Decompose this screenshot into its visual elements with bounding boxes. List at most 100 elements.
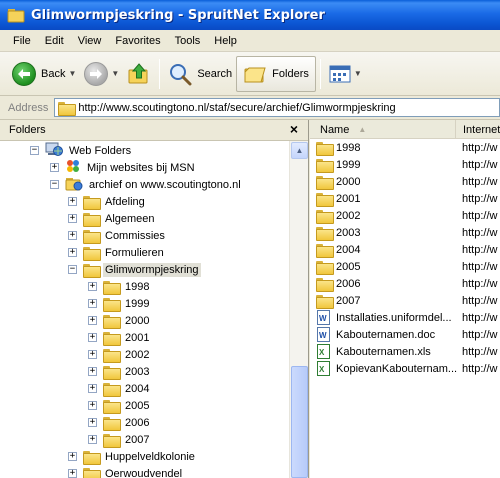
- expand-icon[interactable]: +: [88, 316, 97, 325]
- tree-item[interactable]: − archief on www.scoutingtono.nl: [50, 176, 243, 193]
- expand-icon[interactable]: +: [88, 435, 97, 444]
- tree-item[interactable]: +1998: [88, 278, 151, 295]
- tree-item-label: 2000: [125, 314, 150, 327]
- list-item[interactable]: 2004 http://w: [316, 241, 500, 258]
- scroll-up-icon[interactable]: ▲: [291, 142, 308, 159]
- menu-file[interactable]: File: [6, 35, 38, 47]
- excel-document-icon: X: [317, 344, 330, 359]
- expand-icon[interactable]: +: [88, 333, 97, 342]
- expand-icon[interactable]: +: [68, 214, 77, 223]
- collapse-icon[interactable]: −: [50, 180, 59, 189]
- list-item[interactable]: 2002 http://w: [316, 207, 500, 224]
- close-icon[interactable]: ×: [290, 121, 298, 137]
- expand-icon[interactable]: +: [88, 418, 97, 427]
- tree-item-label: 2007: [125, 433, 150, 446]
- expand-icon[interactable]: +: [68, 469, 77, 478]
- tree-item[interactable]: + Huppelveldkolonie: [68, 448, 197, 465]
- search-button[interactable]: Search: [164, 56, 236, 92]
- list-item[interactable]: W Installaties.uniformdel... http://w: [316, 309, 500, 326]
- tree-item[interactable]: +2004: [88, 380, 151, 397]
- expand-icon[interactable]: +: [68, 231, 77, 240]
- list-item[interactable]: 2006 http://w: [316, 275, 500, 292]
- tree-item-label: 2004: [125, 382, 150, 395]
- list-item[interactable]: 2005 http://w: [316, 258, 500, 275]
- tree-item[interactable]: +2002: [88, 346, 151, 363]
- vertical-scrollbar[interactable]: ▲: [289, 141, 308, 478]
- expand-icon[interactable]: +: [88, 299, 97, 308]
- folders-pane: Folders × − Web Folders + Mijn websites bij…: [0, 120, 309, 478]
- file-name: KopievanKabouternam...: [336, 362, 458, 375]
- views-dropdown-icon[interactable]: ▼: [354, 69, 362, 78]
- folder-icon: [316, 175, 334, 190]
- tree-item[interactable]: +1999: [88, 295, 151, 312]
- folder-icon: [103, 433, 121, 448]
- expand-icon[interactable]: +: [88, 282, 97, 291]
- menu-tools[interactable]: Tools: [168, 35, 208, 47]
- list-item[interactable]: X KopievanKabouternam... http://w: [316, 360, 500, 377]
- expand-icon[interactable]: +: [68, 197, 77, 206]
- tree-item[interactable]: + Mijn websites bij MSN: [50, 159, 197, 176]
- back-dropdown-icon[interactable]: ▼: [68, 69, 76, 78]
- tree-item[interactable]: + Algemeen: [68, 210, 157, 227]
- menu-view[interactable]: View: [71, 35, 109, 47]
- file-name: 2001: [336, 192, 361, 205]
- expand-icon[interactable]: +: [68, 248, 77, 257]
- address-field[interactable]: http://www.scoutingtono.nl/staf/secure/a…: [54, 98, 500, 117]
- views-button[interactable]: ▼: [325, 56, 366, 92]
- tree-item[interactable]: +2000: [88, 312, 151, 329]
- file-internet-address: http://w: [462, 209, 498, 222]
- folder-icon: [83, 263, 101, 278]
- expand-icon[interactable]: +: [88, 367, 97, 376]
- up-folder-icon: [128, 62, 148, 83]
- expand-icon[interactable]: +: [68, 452, 77, 461]
- file-name: 2002: [336, 209, 361, 222]
- tree-item[interactable]: + Commissies: [68, 227, 167, 244]
- tree-item[interactable]: − Glimwormpjeskring: [68, 261, 201, 278]
- menu-edit[interactable]: Edit: [38, 35, 71, 47]
- list-item[interactable]: 2001 http://w: [316, 190, 500, 207]
- collapse-icon[interactable]: −: [68, 265, 77, 274]
- column-header-name[interactable]: Name ▲: [314, 120, 456, 139]
- folder-icon: [316, 277, 334, 292]
- folder-icon: [83, 246, 101, 261]
- scrollbar-thumb[interactable]: [291, 366, 308, 478]
- file-name: Installaties.uniformdel...: [336, 311, 452, 324]
- file-internet-address: http://w: [462, 311, 498, 324]
- file-name: 2006: [336, 277, 361, 290]
- list-item[interactable]: 2007 http://w: [316, 292, 500, 309]
- folders-button[interactable]: Folders: [236, 55, 316, 92]
- expand-icon[interactable]: +: [50, 163, 59, 172]
- list-item[interactable]: 2000 http://w: [316, 173, 500, 190]
- address-url[interactable]: http://www.scoutingtono.nl/staf/secure/a…: [78, 102, 395, 114]
- collapse-icon[interactable]: −: [30, 146, 39, 155]
- list-item[interactable]: 1999 http://w: [316, 156, 500, 173]
- tree-item[interactable]: + Formulieren: [68, 244, 166, 261]
- tree-item[interactable]: +2001: [88, 329, 151, 346]
- file-internet-address: http://w: [462, 345, 498, 358]
- folder-icon: [103, 382, 121, 397]
- back-button[interactable]: Back ▼: [8, 56, 80, 92]
- tree-item[interactable]: +2007: [88, 431, 151, 448]
- column-header-internet-address[interactable]: Internet: [457, 120, 500, 139]
- list-item[interactable]: 2003 http://w: [316, 224, 500, 241]
- list-item[interactable]: X Kabouternamen.xls http://w: [316, 343, 500, 360]
- forward-dropdown-icon[interactable]: ▼: [111, 69, 119, 78]
- folder-icon: [103, 297, 121, 312]
- tree-item[interactable]: +2005: [88, 397, 151, 414]
- forward-button[interactable]: ▼: [80, 56, 123, 92]
- tree-item[interactable]: + Oerwoudvendel: [68, 465, 184, 478]
- expand-icon[interactable]: +: [88, 384, 97, 393]
- tree-item[interactable]: − Web Folders: [30, 142, 133, 159]
- menu-favorites[interactable]: Favorites: [108, 35, 167, 47]
- expand-icon[interactable]: +: [88, 350, 97, 359]
- up-folder-button[interactable]: [123, 56, 155, 92]
- folder-tree[interactable]: − Web Folders + Mijn websites bij MSN − archi…: [0, 141, 289, 478]
- list-item[interactable]: W Kabouternamen.doc http://w: [316, 326, 500, 343]
- menu-help[interactable]: Help: [207, 35, 244, 47]
- tree-item[interactable]: + Afdeling: [68, 193, 147, 210]
- expand-icon[interactable]: +: [88, 401, 97, 410]
- list-item[interactable]: 1998 http://w: [316, 139, 500, 156]
- tree-item[interactable]: +2003: [88, 363, 151, 380]
- file-list-pane: Name ▲ Internet 1998 http://w 1999 http://w…: [310, 120, 500, 478]
- tree-item[interactable]: +2006: [88, 414, 151, 431]
